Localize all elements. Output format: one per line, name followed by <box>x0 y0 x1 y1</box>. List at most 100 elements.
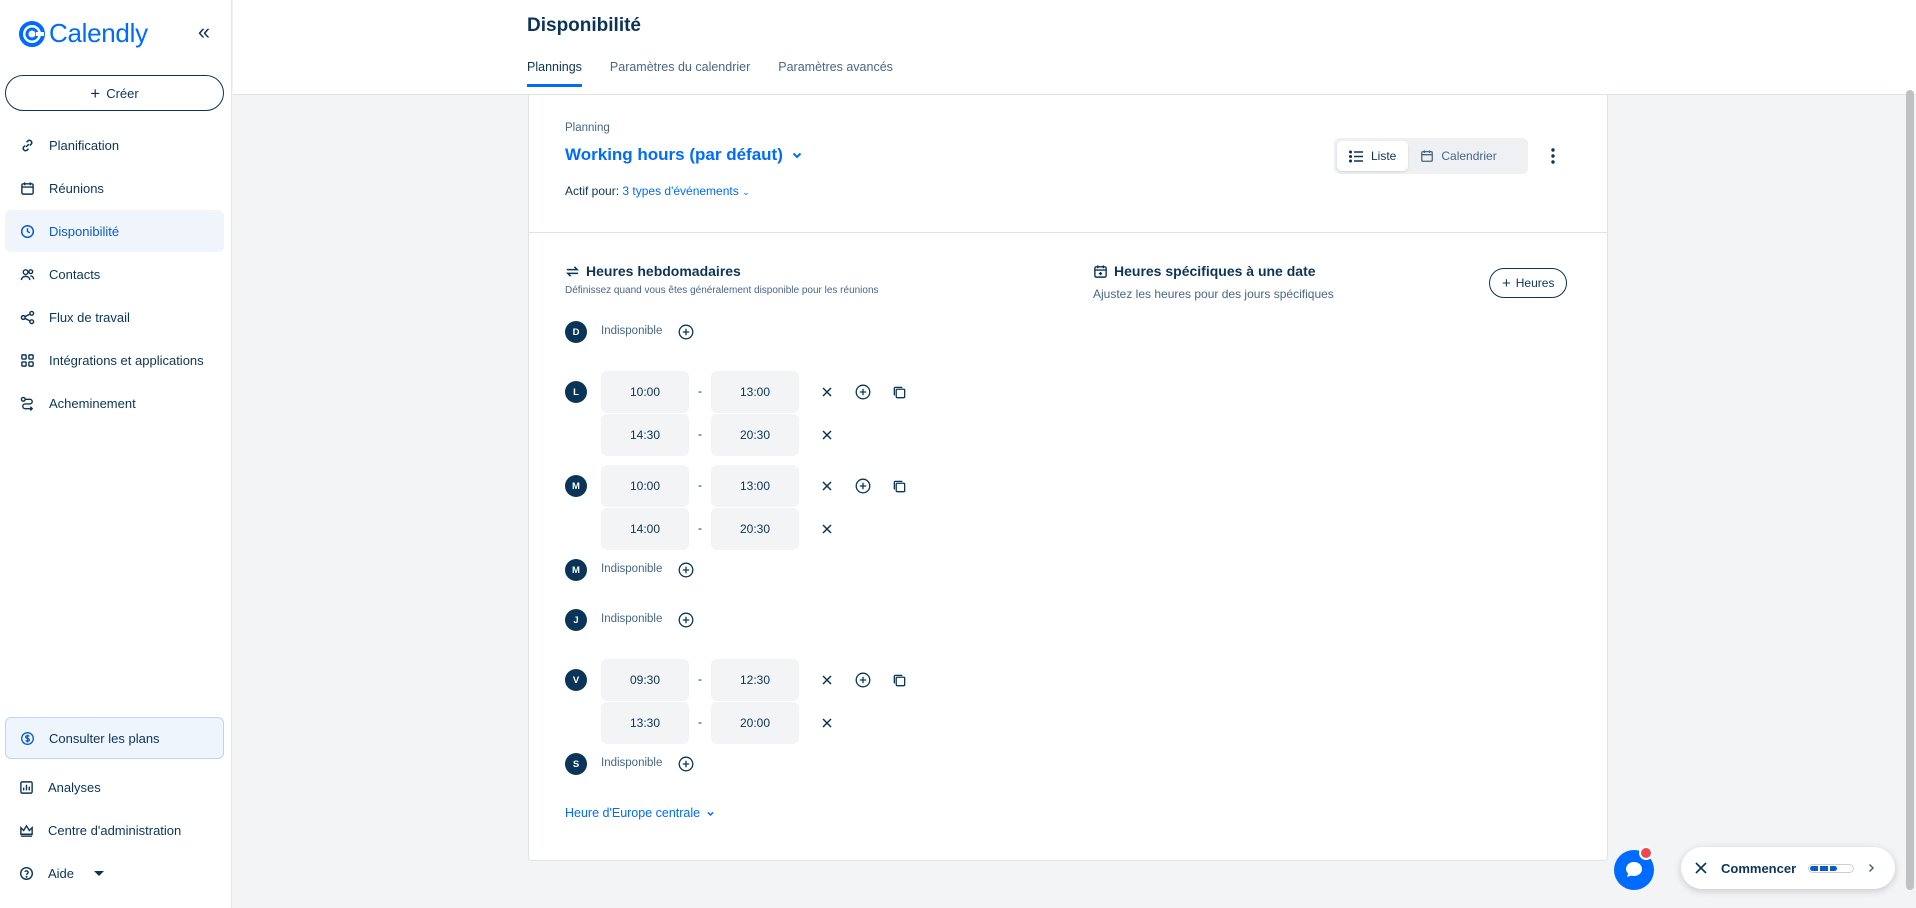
copy-times-icon[interactable] <box>889 382 909 402</box>
sidebar-item-label: Analyses <box>48 780 101 795</box>
remove-interval-icon[interactable] <box>818 671 836 689</box>
sidebar-item-help[interactable]: Aide <box>5 852 224 895</box>
active-for-label: Actif pour: <box>565 184 620 198</box>
sidebar-item-workflows[interactable]: Flux de travail <box>5 296 224 338</box>
tab-plannings[interactable]: Plannings <box>527 60 582 87</box>
add-interval-icon[interactable] <box>676 610 696 630</box>
view-plans-label: Consulter les plans <box>49 730 160 746</box>
schedule-selector[interactable]: Working hours (par défaut) <box>565 145 803 165</box>
schedule-name: Working hours (par défaut) <box>565 145 783 164</box>
chevron-down-icon <box>792 152 802 159</box>
calendar-view-label: Calendrier <box>1441 149 1497 163</box>
crown-icon <box>19 823 34 838</box>
chevron-right-icon[interactable] <box>1866 863 1876 873</box>
unavailable-label: Indisponible <box>601 613 663 625</box>
contacts-icon <box>19 266 35 282</box>
add-interval-icon[interactable] <box>676 560 696 580</box>
scrollbar[interactable] <box>1906 90 1914 890</box>
calendar-view-button[interactable]: Calendrier <box>1408 141 1508 171</box>
sidebar-item-planification[interactable]: Planification <box>5 124 224 166</box>
day-badge: M <box>565 559 587 581</box>
list-icon <box>1349 149 1363 163</box>
onboarding-label[interactable]: Commencer <box>1721 861 1796 876</box>
apps-grid-icon <box>19 352 35 368</box>
list-view-button[interactable]: Liste <box>1337 141 1409 171</box>
start-time-input[interactable]: 09:30 <box>601 659 689 701</box>
chevron-down-icon <box>94 871 105 876</box>
unavailable-label: Indisponible <box>601 563 663 575</box>
tab-advanced-settings[interactable]: Paramètres avancés <box>778 60 893 87</box>
add-hours-button[interactable]: + Heures <box>1489 268 1568 298</box>
start-time-input[interactable]: 14:00 <box>601 508 689 550</box>
more-options-icon[interactable] <box>1541 144 1565 168</box>
time-separator: - <box>698 478 702 492</box>
chevron-down-icon: ⌄ <box>742 187 750 197</box>
clock-icon <box>19 223 35 239</box>
workflow-icon <box>19 309 35 325</box>
add-interval-icon[interactable] <box>853 670 873 690</box>
start-time-input[interactable]: 13:30 <box>601 702 689 744</box>
date-specific-title: Heures spécifiques à une date <box>1093 263 1334 279</box>
sidebar-item-disponibilite[interactable]: Disponibilité <box>5 210 224 252</box>
end-time-input[interactable]: 12:30 <box>711 659 799 701</box>
page-header: Disponibilité Plannings Paramètres du ca… <box>233 0 1916 95</box>
sidebar-item-label: Réunions <box>49 180 104 196</box>
start-time-input[interactable]: 10:00 <box>601 465 689 507</box>
end-time-input[interactable]: 13:00 <box>711 465 799 507</box>
plus-icon: + <box>1502 274 1511 292</box>
remove-interval-icon[interactable] <box>818 426 836 444</box>
sidebar-item-integrations[interactable]: Intégrations et applications <box>5 339 224 381</box>
day-badge: J <box>565 609 587 631</box>
copy-times-icon[interactable] <box>889 670 909 690</box>
sidebar-item-routing[interactable]: Acheminement <box>5 382 224 424</box>
end-time-input[interactable]: 13:00 <box>711 371 799 413</box>
onboarding-pill: Commencer <box>1681 847 1895 889</box>
sidebar-item-analytics[interactable]: Analyses <box>5 766 224 809</box>
date-specific-section: Heures spécifiques à une date Ajustez le… <box>1093 263 1334 301</box>
close-icon[interactable] <box>1693 860 1709 876</box>
calendar-add-icon <box>1094 264 1107 278</box>
sidebar-item-admin[interactable]: Centre d'administration <box>5 809 224 852</box>
sidebar-item-label: Intégrations et applications <box>49 352 204 368</box>
schedule-card: Planning Working hours (par défaut) Acti… <box>528 95 1608 861</box>
sidebar-bottom: Consulter les plans Analyses Centre d'ad… <box>5 717 224 895</box>
time-separator: - <box>698 521 702 535</box>
copy-times-icon[interactable] <box>889 476 909 496</box>
add-interval-icon[interactable] <box>676 322 696 342</box>
chat-bubble-icon <box>1626 862 1642 877</box>
dollar-icon <box>20 731 35 746</box>
collapse-sidebar-icon[interactable]: « <box>192 19 216 44</box>
create-button[interactable]: + Créer <box>5 75 224 111</box>
sidebar-item-label: Disponibilité <box>49 223 120 239</box>
start-time-input[interactable]: 10:00 <box>601 371 689 413</box>
event-types-link[interactable]: 3 types d'événements ⌄ <box>622 184 749 198</box>
help-icon <box>19 866 34 881</box>
view-plans-button[interactable]: Consulter les plans <box>5 717 224 759</box>
schedule-section-label: Planning <box>565 122 610 134</box>
remove-interval-icon[interactable] <box>818 383 836 401</box>
weekly-hours-subtitle: Définissez quand vous êtes généralement … <box>565 285 879 296</box>
tabs: Plannings Paramètres du calendrier Param… <box>527 60 893 87</box>
plus-icon: + <box>90 83 101 103</box>
add-interval-icon[interactable] <box>853 476 873 496</box>
calendly-logo-icon <box>19 20 45 47</box>
sidebar-item-label: Acheminement <box>49 395 136 411</box>
end-time-input[interactable]: 20:00 <box>711 702 799 744</box>
sidebar-item-label: Flux de travail <box>49 309 130 325</box>
timezone-selector[interactable]: Heure d'Europe centrale <box>565 806 715 820</box>
tab-calendar-settings[interactable]: Paramètres du calendrier <box>610 60 750 87</box>
calendly-logo[interactable]: Calendly <box>19 18 148 49</box>
start-time-input[interactable]: 14:30 <box>601 414 689 456</box>
time-separator: - <box>698 384 702 398</box>
add-interval-icon[interactable] <box>853 382 873 402</box>
remove-interval-icon[interactable] <box>818 520 836 538</box>
remove-interval-icon[interactable] <box>818 477 836 495</box>
end-time-input[interactable]: 20:30 <box>711 508 799 550</box>
link-icon <box>19 137 35 153</box>
remove-interval-icon[interactable] <box>818 714 836 732</box>
add-interval-icon[interactable] <box>676 754 696 774</box>
sidebar: Calendly « + Créer Planification Réunion… <box>0 0 232 908</box>
sidebar-item-contacts[interactable]: Contacts <box>5 253 224 295</box>
sidebar-item-reunions[interactable]: Réunions <box>5 167 224 209</box>
end-time-input[interactable]: 20:30 <box>711 414 799 456</box>
